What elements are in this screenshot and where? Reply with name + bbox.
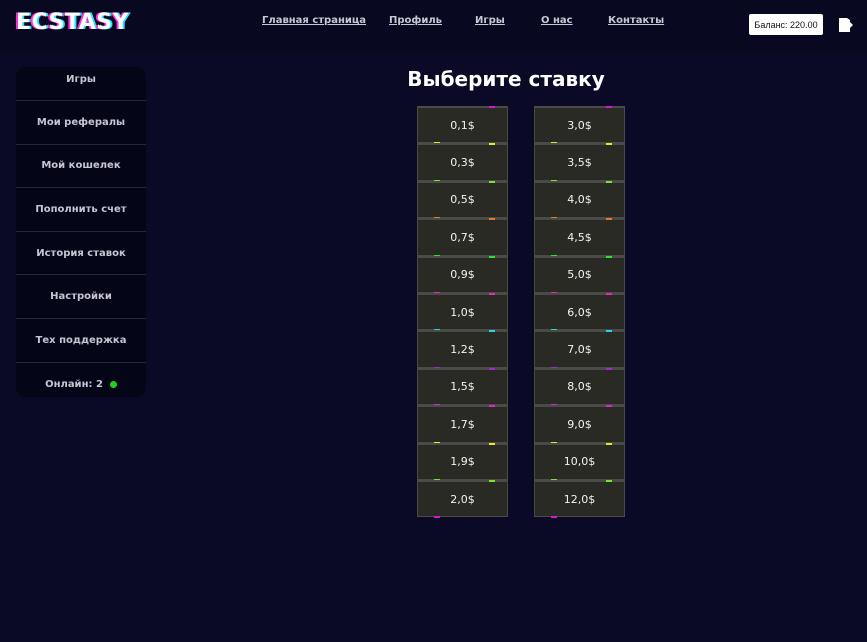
accent-marker bbox=[606, 292, 612, 295]
nav-games[interactable]: Игры bbox=[475, 15, 505, 26]
bet-option-button[interactable]: 0,5$ bbox=[417, 180, 508, 220]
bet-amount: 5,0$ bbox=[567, 268, 592, 282]
nav-profile[interactable]: Профиль bbox=[389, 15, 442, 26]
logo[interactable]: ECSTASY bbox=[16, 10, 129, 35]
bet-amount: 1,0$ bbox=[450, 305, 475, 319]
bet-column-right: 3,0$ 3,5$ 4,0$ 4,5$ 5,0$ 6,0$ 7,0$ 8,0$ 9,0$ 10,0… bbox=[534, 106, 625, 519]
bet-option-button[interactable]: 1,7$ bbox=[417, 405, 508, 444]
bet-amount: 7,0$ bbox=[567, 343, 592, 357]
bet-option-button[interactable]: 0,3$ bbox=[417, 143, 508, 182]
accent-marker bbox=[489, 143, 495, 146]
top-header: ECSTASY Главная страница Профиль Игры О … bbox=[0, 0, 867, 52]
accent-marker bbox=[606, 255, 612, 258]
bet-option-button[interactable]: 6,0$ bbox=[534, 292, 625, 332]
bet-option-button[interactable]: 1,9$ bbox=[417, 442, 508, 481]
bet-column-left: 0,1$ 0,3$ 0,5$ 0,7$ 0,9$ 1,0$ 1,2$ 1,5$ 1,7$ 1,9$… bbox=[417, 106, 508, 519]
accent-marker bbox=[489, 479, 495, 482]
accent-marker bbox=[606, 180, 612, 183]
page-title: Выберите ставку bbox=[407, 67, 605, 91]
bet-option-button[interactable]: 10,0$ bbox=[534, 442, 625, 481]
accent-marker bbox=[489, 218, 495, 221]
bet-amount: 0,9$ bbox=[450, 268, 475, 282]
bet-amount: 1,5$ bbox=[450, 380, 475, 394]
bet-option-button[interactable]: 3,5$ bbox=[534, 143, 625, 182]
bet-option-button[interactable]: 0,1$ bbox=[417, 106, 508, 145]
accent-marker bbox=[434, 516, 440, 519]
accent-marker bbox=[606, 143, 612, 146]
bet-amount: 1,9$ bbox=[450, 455, 475, 469]
bet-option-button[interactable]: 1,2$ bbox=[417, 330, 508, 369]
bet-amount: 0,3$ bbox=[450, 156, 475, 170]
bet-amount: 2,0$ bbox=[450, 492, 475, 506]
accent-marker bbox=[489, 255, 495, 258]
balance-badge: Баланс: 220.00 bbox=[749, 14, 823, 35]
bet-option-button[interactable]: 1,5$ bbox=[417, 367, 508, 407]
bet-option-button[interactable]: 2,0$ bbox=[417, 479, 508, 519]
online-dot-icon bbox=[109, 380, 117, 388]
bet-option-button[interactable]: 0,7$ bbox=[417, 218, 508, 257]
bet-amount: 12,0$ bbox=[563, 492, 596, 506]
sidebar-item-bet-history[interactable]: История ставок bbox=[16, 232, 146, 276]
bet-amount: 1,2$ bbox=[450, 343, 475, 357]
sidebar-item-deposit[interactable]: Пополнить счет bbox=[16, 188, 146, 232]
logout-icon[interactable] bbox=[838, 16, 854, 34]
bet-amount: 0,1$ bbox=[450, 118, 475, 132]
bet-option-button[interactable]: 4,5$ bbox=[534, 218, 625, 257]
accent-marker bbox=[606, 367, 612, 370]
bet-amount: 1,7$ bbox=[450, 417, 475, 431]
accent-marker bbox=[606, 106, 612, 108]
accent-marker bbox=[489, 330, 495, 333]
accent-marker bbox=[606, 479, 612, 482]
sidebar-item-support[interactable]: Тех поддержка bbox=[16, 319, 146, 363]
bet-option-button[interactable]: 3,0$ bbox=[534, 106, 625, 145]
bet-amount: 6,0$ bbox=[567, 305, 592, 319]
accent-marker bbox=[489, 292, 495, 295]
accent-marker bbox=[606, 442, 612, 445]
bet-option-button[interactable]: 1,0$ bbox=[417, 292, 508, 332]
nav-contacts[interactable]: Контакты bbox=[608, 15, 664, 26]
accent-marker bbox=[489, 405, 495, 408]
sidebar-item-games[interactable]: Игры bbox=[16, 67, 146, 101]
accent-marker bbox=[489, 442, 495, 445]
accent-marker bbox=[606, 405, 612, 408]
bet-option-button[interactable]: 0,9$ bbox=[417, 255, 508, 294]
bet-amount: 8,0$ bbox=[567, 380, 592, 394]
sidebar-item-wallet[interactable]: Мой кошелек bbox=[16, 145, 146, 189]
bet-amount: 3,5$ bbox=[567, 156, 592, 170]
nav-about[interactable]: О нас bbox=[541, 15, 573, 26]
accent-marker bbox=[489, 367, 495, 370]
bet-amount: 9,0$ bbox=[567, 417, 592, 431]
bet-option-button[interactable]: 12,0$ bbox=[534, 479, 625, 519]
online-label: Онлайн: 2 bbox=[45, 378, 103, 390]
bet-option-button[interactable]: 8,0$ bbox=[534, 367, 625, 407]
online-status: Онлайн: 2 bbox=[16, 363, 146, 397]
accent-marker bbox=[551, 516, 557, 519]
bet-amount: 0,5$ bbox=[450, 193, 475, 207]
bet-option-button[interactable]: 7,0$ bbox=[534, 330, 625, 369]
accent-marker bbox=[606, 330, 612, 333]
bet-amount: 10,0$ bbox=[563, 455, 596, 469]
sidebar: Игры Мои рефералы Мой кошелек Пополнить … bbox=[16, 67, 146, 397]
bet-option-button[interactable]: 4,0$ bbox=[534, 180, 625, 220]
accent-marker bbox=[489, 180, 495, 183]
nav-home[interactable]: Главная страница bbox=[262, 15, 366, 26]
bet-amount: 3,0$ bbox=[567, 118, 592, 132]
accent-marker bbox=[606, 218, 612, 221]
bet-option-button[interactable]: 9,0$ bbox=[534, 405, 625, 444]
sidebar-item-settings[interactable]: Настройки bbox=[16, 275, 146, 319]
accent-marker bbox=[489, 106, 495, 108]
bet-option-button[interactable]: 5,0$ bbox=[534, 255, 625, 294]
sidebar-item-referrals[interactable]: Мои рефералы bbox=[16, 101, 146, 145]
bet-amount: 4,5$ bbox=[567, 230, 592, 244]
bet-amount: 4,0$ bbox=[567, 193, 592, 207]
bet-amount: 0,7$ bbox=[450, 230, 475, 244]
